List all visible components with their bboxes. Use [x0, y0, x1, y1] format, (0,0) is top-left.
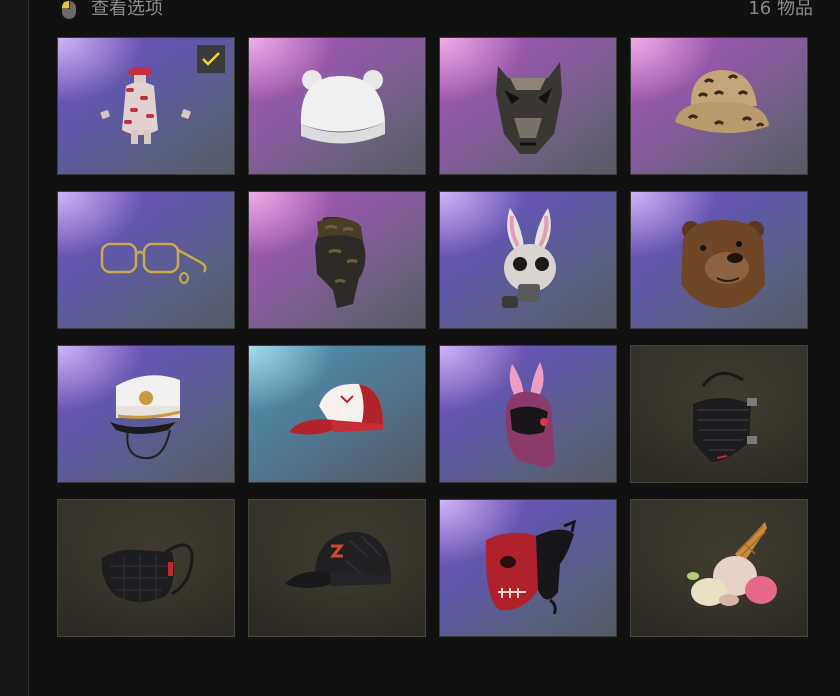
bear-head-mask-icon	[681, 220, 765, 308]
item-tile-camo-face-mask[interactable]	[248, 191, 426, 329]
item-tile-black-face-mask[interactable]	[57, 499, 235, 637]
gold-glasses-icon	[100, 242, 207, 284]
checkmark-icon	[202, 52, 220, 66]
mouse-icon	[62, 1, 76, 19]
camo-face-mask-icon	[315, 216, 366, 308]
black-face-mask-icon	[101, 543, 194, 604]
item-tile-pink-bunny-helmet[interactable]	[439, 345, 617, 483]
panel-header: 查看选项 16 物品	[29, 0, 840, 20]
white-captain-hat-icon	[110, 375, 181, 460]
leopard-bucket-hat-icon	[675, 70, 769, 134]
ice-cream-hat-icon	[687, 522, 777, 606]
item-tile-gold-glasses[interactable]	[57, 191, 235, 329]
item-count: 16 物品	[748, 0, 813, 19]
item-tile-white-captain-hat[interactable]	[57, 345, 235, 483]
white-bear-beanie-icon	[300, 70, 385, 144]
pink-bunny-helmet-icon	[505, 362, 555, 468]
bunny-gas-mask-icon	[502, 208, 556, 308]
black-tactical-mask-icon	[693, 371, 757, 462]
item-tile-dress-outfit[interactable]	[57, 37, 235, 175]
item-tile-leopard-bucket-hat[interactable]	[630, 37, 808, 175]
item-tile-white-bear-beanie[interactable]	[248, 37, 426, 175]
red-white-cap-icon	[289, 383, 383, 435]
item-tile-black-tactical-mask[interactable]	[630, 345, 808, 483]
item-tile-ice-cream-hat[interactable]	[630, 499, 808, 637]
wolf-mask-icon	[496, 62, 562, 154]
left-panel-edge	[0, 0, 29, 696]
item-tile-bear-head-mask[interactable]	[630, 191, 808, 329]
red-skull-mask-icon	[485, 519, 577, 615]
item-tile-red-skull-mask[interactable]	[439, 499, 617, 637]
item-tile-black-baseball-cap[interactable]	[248, 499, 426, 637]
item-tile-bunny-gas-mask[interactable]	[439, 191, 617, 329]
black-baseball-cap-icon	[285, 532, 391, 588]
item-tile-red-white-cap[interactable]	[248, 345, 426, 483]
selected-checkmark	[197, 45, 225, 73]
view-options-title: 查看选项	[91, 0, 163, 19]
item-tile-wolf-mask[interactable]	[439, 37, 617, 175]
item-selection-panel: 查看选项 16 物品	[29, 0, 840, 696]
